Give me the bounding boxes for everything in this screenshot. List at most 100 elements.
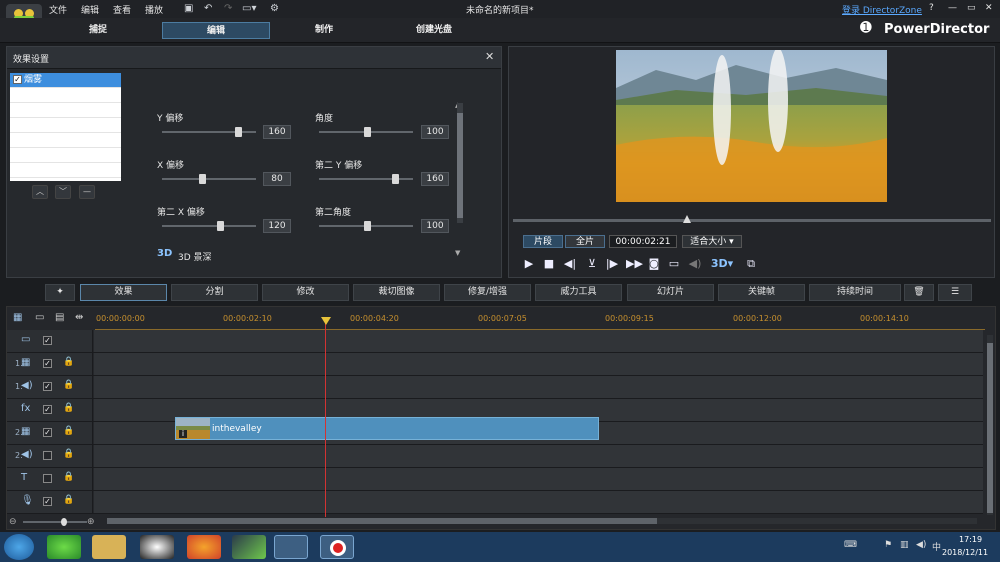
qq-icon[interactable] xyxy=(140,535,174,559)
previous-frame-icon[interactable]: ◀| xyxy=(563,257,577,270)
angle-slider[interactable] xyxy=(319,127,413,137)
help-button[interactable]: ? xyxy=(929,3,934,13)
track-lane[interactable] xyxy=(94,330,983,352)
seek-handle[interactable] xyxy=(683,215,691,223)
list-item[interactable]: ✓ 烟雾 xyxy=(10,73,121,88)
play-icon[interactable]: ▶ xyxy=(522,257,536,270)
duration-button[interactable]: 持续时间 xyxy=(809,284,901,301)
recorder-icon[interactable] xyxy=(320,535,354,559)
zoom-out-icon[interactable]: ⊖ xyxy=(9,517,17,527)
lock-icon[interactable]: 🔒 xyxy=(63,472,74,482)
timeline-horizontal-scrollbar[interactable] xyxy=(107,518,977,524)
y2-offset-slider[interactable] xyxy=(319,174,413,184)
lock-icon[interactable]: 🔒 xyxy=(63,380,74,390)
track-enable-checkbox[interactable]: ✓ xyxy=(43,336,52,345)
angle-value[interactable]: 100 xyxy=(421,125,449,139)
movie-mode-tab[interactable]: 全片 xyxy=(565,235,605,248)
y2-offset-value[interactable]: 160 xyxy=(421,172,449,186)
timecode-display[interactable]: 00:00:02:21 xyxy=(609,235,677,248)
powerdirector-taskbar-icon[interactable] xyxy=(274,535,308,559)
x2-offset-slider[interactable] xyxy=(162,221,256,231)
depth-label[interactable]: 3D 景深 xyxy=(178,250,212,263)
video-clip[interactable]: i inthevalley xyxy=(175,417,599,440)
timeline-ruler[interactable]: 00:00:00:00 00:00:02:10 00:00:04:20 00:0… xyxy=(95,310,985,330)
fast-forward-icon[interactable]: ▶▶ xyxy=(626,257,643,270)
track-enable-checkbox[interactable]: ✓ xyxy=(43,359,52,368)
track-enable-checkbox[interactable]: ✓ xyxy=(43,428,52,437)
firefox-icon[interactable] xyxy=(187,535,221,559)
angle2-value[interactable]: 100 xyxy=(421,219,449,233)
maximize-button[interactable]: ▭ xyxy=(967,3,976,13)
trash-icon[interactable]: 🗑 xyxy=(904,284,934,301)
effect-checkbox[interactable]: ✓ xyxy=(13,75,22,84)
close-button[interactable]: ✕ xyxy=(985,3,993,13)
network-icon[interactable]: ▥ xyxy=(900,540,909,550)
menu-file[interactable]: 文件 xyxy=(49,3,67,16)
lock-icon[interactable]: 🔒 xyxy=(63,403,74,413)
split-clip-icon[interactable]: ⊻ xyxy=(585,257,599,270)
tab-create-disc[interactable]: 创建光盘 xyxy=(380,22,488,39)
track-lane[interactable] xyxy=(94,353,983,375)
x-offset-slider[interactable] xyxy=(162,174,256,184)
action-center-icon[interactable]: ⚑ xyxy=(884,540,892,550)
volume-tray-icon[interactable]: ◀) xyxy=(916,540,926,550)
timeline-view-icon[interactable]: ▦ xyxy=(13,312,22,323)
x-offset-value[interactable]: 80 xyxy=(263,172,291,186)
gear-icon[interactable]: ⚙ xyxy=(270,3,279,14)
track-lane[interactable] xyxy=(94,491,983,513)
login-link[interactable]: 登录 DirectorZone xyxy=(842,3,922,16)
magic-tools-icon[interactable]: ✦ xyxy=(45,284,75,301)
file-explorer-icon[interactable] xyxy=(92,535,126,559)
lock-icon[interactable]: 🔒 xyxy=(63,449,74,459)
modify-button[interactable]: 修改 xyxy=(262,284,349,301)
timeline-vertical-scrollbar[interactable] xyxy=(987,335,993,515)
fix-enhance-button[interactable]: 修复/增强 xyxy=(444,284,531,301)
track-enable-checkbox[interactable]: ✓ xyxy=(43,382,52,391)
track-enable-checkbox[interactable] xyxy=(43,474,52,483)
next-frame-icon[interactable]: |▶ xyxy=(605,257,619,270)
clock-time[interactable]: 17:19 xyxy=(959,535,982,544)
undock-icon[interactable]: ⧉ xyxy=(744,257,758,271)
volume-icon[interactable]: ◀) xyxy=(688,257,702,270)
keyframe-button[interactable]: 关键帧 xyxy=(718,284,805,301)
tab-capture[interactable]: 捕捉 xyxy=(44,22,152,39)
lock-icon[interactable]: 🔒 xyxy=(63,495,74,505)
crop-image-button[interactable]: 裁切图像 xyxy=(353,284,440,301)
lock-icon[interactable]: 🔒 xyxy=(63,426,74,436)
start-button[interactable] xyxy=(4,534,34,560)
track-enable-checkbox[interactable]: ✓ xyxy=(43,497,52,506)
y-offset-slider[interactable] xyxy=(162,127,256,137)
minimize-button[interactable]: — xyxy=(948,3,957,13)
track-enable-checkbox[interactable] xyxy=(43,451,52,460)
fit-timeline-icon[interactable]: ⇹ xyxy=(75,312,83,323)
redo-icon[interactable]: ↷ xyxy=(224,3,232,14)
playhead-line[interactable] xyxy=(325,319,326,517)
upgrade-icon[interactable]: ➊ xyxy=(860,20,872,36)
effect-button[interactable]: 效果 xyxy=(80,284,167,301)
zoom-in-icon[interactable]: ⊕ xyxy=(87,517,95,527)
aspect-ratio-icon[interactable]: ▭▾ xyxy=(242,3,256,14)
save-icon[interactable]: ▣ xyxy=(184,3,193,14)
snapshot-icon[interactable]: ◙ xyxy=(647,257,661,270)
move-down-button[interactable]: ﹀ xyxy=(55,185,71,199)
scroll-down-icon[interactable]: ▼ xyxy=(455,249,460,257)
stop-icon[interactable]: ■ xyxy=(542,257,556,270)
undo-icon[interactable]: ↶ xyxy=(204,3,212,14)
clip-mode-tab[interactable]: 片段 xyxy=(523,235,563,248)
zoom-slider[interactable] xyxy=(23,518,87,526)
storyboard-icon[interactable]: ▭ xyxy=(35,312,44,323)
display-icon[interactable]: ▭ xyxy=(667,257,681,270)
panel-scrollbar[interactable] xyxy=(457,103,463,223)
split-button[interactable]: 分割 xyxy=(171,284,258,301)
power-tools-button[interactable]: 威力工具 xyxy=(535,284,622,301)
close-icon[interactable]: ✕ xyxy=(485,50,494,63)
taskbar-app-icon[interactable] xyxy=(47,535,81,559)
keyboard-icon[interactable]: ⌨ xyxy=(844,540,857,550)
language-icon[interactable]: 中 xyxy=(932,540,941,553)
menu-edit[interactable]: 编辑 xyxy=(81,3,99,16)
track-lane[interactable] xyxy=(94,468,983,490)
track-lane[interactable] xyxy=(94,376,983,398)
preview-seekbar[interactable] xyxy=(513,215,991,223)
fit-size-select[interactable]: 适合大小 ▾ xyxy=(682,235,742,248)
x2-offset-value[interactable]: 120 xyxy=(263,219,291,233)
